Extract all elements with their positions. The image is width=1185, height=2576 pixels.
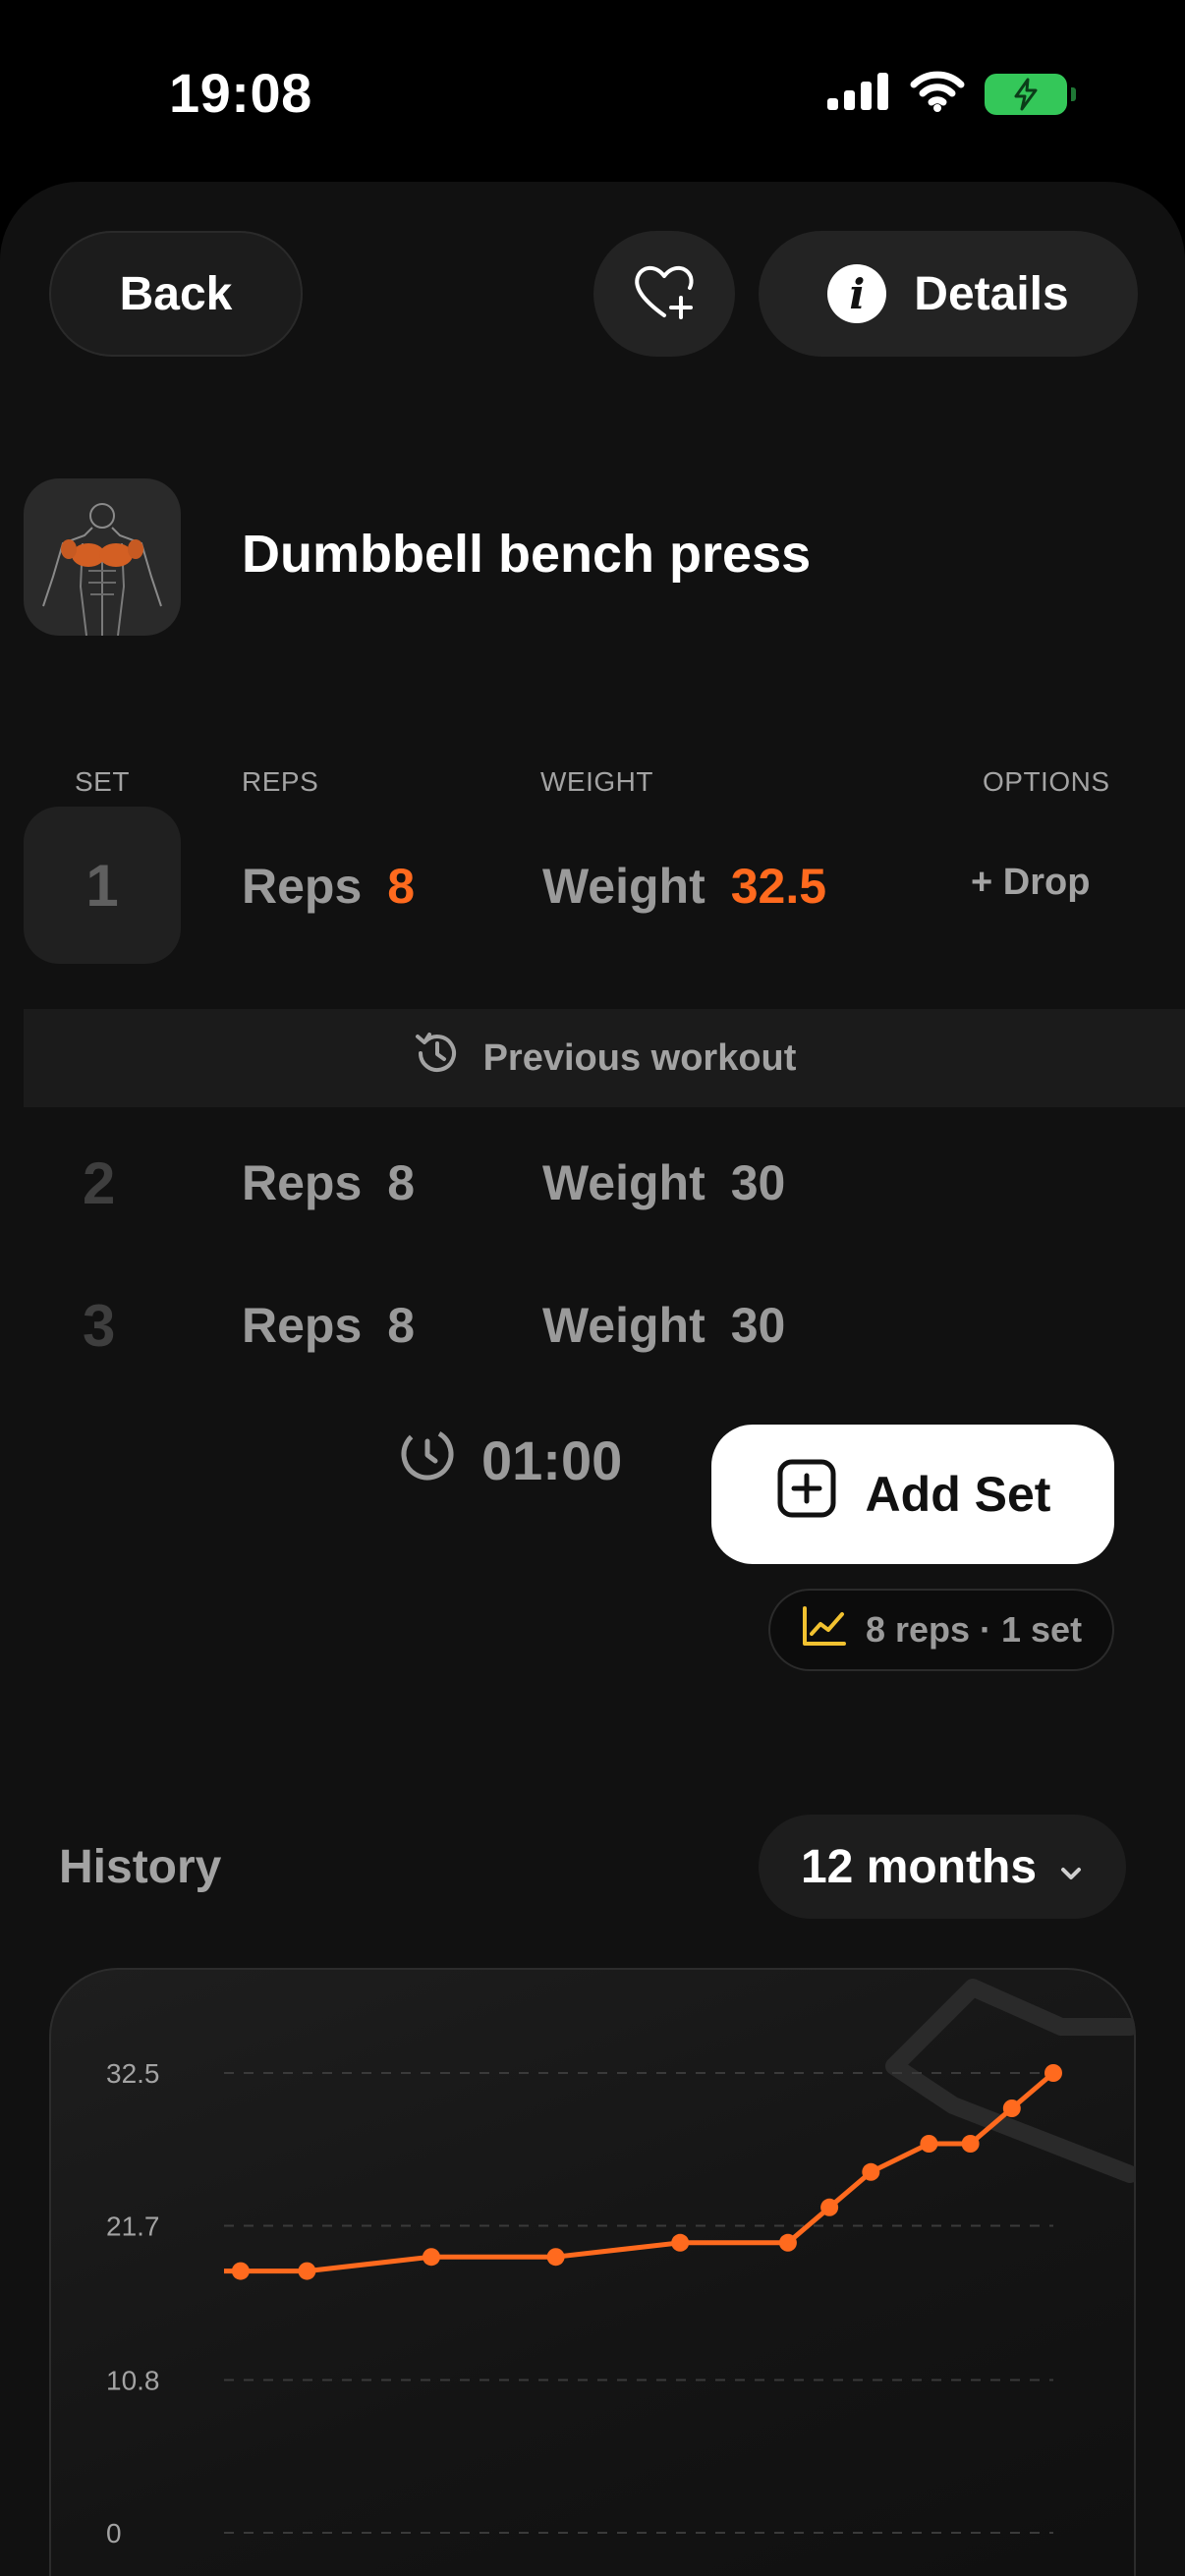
y-tick-label: 10.8 — [106, 2365, 160, 2395]
weight-value: 32.5 — [730, 859, 827, 914]
data-point[interactable] — [298, 2262, 316, 2280]
column-header-options: OPTIONS — [983, 766, 1110, 797]
weight-label: Weight — [542, 859, 705, 914]
data-point[interactable] — [961, 2135, 980, 2153]
back-button[interactable]: Back — [49, 231, 303, 357]
timer-icon — [399, 1426, 456, 1495]
reps-label: Reps — [242, 859, 363, 914]
previous-workout-label: Previous workout — [482, 1036, 797, 1079]
previous-reps: Reps 8 — [242, 1297, 415, 1354]
data-point[interactable] — [820, 2198, 839, 2216]
previous-reps: Reps 8 — [242, 1154, 415, 1211]
status-bar: 19:08 — [0, 0, 1185, 182]
plus-square-icon — [775, 1457, 838, 1532]
add-set-button[interactable]: Add Set — [711, 1425, 1114, 1564]
status-icons — [827, 71, 1076, 117]
timer-value: 01:00 — [481, 1429, 623, 1491]
battery-charging-icon — [985, 73, 1076, 115]
previous-set-number: 3 — [83, 1293, 116, 1359]
previous-weight-value: 30 — [730, 1298, 786, 1353]
data-point[interactable] — [1002, 2100, 1021, 2117]
previous-weight-label: Weight — [542, 1298, 705, 1353]
previous-weight-label: Weight — [542, 1155, 705, 1210]
column-header-set: SET — [75, 766, 130, 797]
y-tick-label: 21.7 — [106, 2212, 160, 2242]
favorite-button[interactable] — [593, 231, 735, 357]
data-point[interactable] — [546, 2248, 565, 2267]
info-icon: i — [827, 264, 887, 323]
wifi-icon — [910, 71, 965, 117]
previous-workout-banner: Previous workout — [24, 1009, 1185, 1107]
history-range-select[interactable]: 12 months — [759, 1815, 1126, 1919]
muscle-body-icon — [42, 503, 162, 636]
set-summary-chip[interactable]: 8 reps · 1 set — [768, 1589, 1114, 1671]
previous-weight-value: 30 — [730, 1155, 786, 1210]
details-button[interactable]: i Details — [759, 231, 1138, 357]
previous-reps-value: 8 — [387, 1155, 416, 1210]
reps-field[interactable]: Reps 8 — [242, 858, 415, 915]
exercise-sheet: Back i Details Dumbbell bench press SET … — [0, 182, 1185, 2576]
data-point[interactable] — [671, 2233, 690, 2252]
history-line-chart: 32.5 21.7 10.8 0 — [106, 1979, 1136, 2548]
y-tick-label: 32.5 — [106, 2058, 160, 2089]
history-title: History — [59, 1841, 222, 1893]
muscle-diagram-thumbnail[interactable] — [24, 478, 181, 636]
set-number-1[interactable]: 1 — [24, 807, 181, 964]
signal-icon — [827, 73, 890, 115]
data-point[interactable] — [778, 2233, 797, 2252]
previous-weight: Weight 30 — [542, 1297, 785, 1354]
set-summary-text: 8 reps · 1 set — [865, 1609, 1083, 1650]
data-point[interactable] — [231, 2262, 250, 2280]
previous-reps-value: 8 — [387, 1298, 416, 1353]
column-header-reps: REPS — [242, 766, 319, 797]
data-point[interactable] — [423, 2248, 440, 2267]
trend-chart-icon — [801, 1604, 848, 1656]
previous-set-number: 2 — [83, 1150, 116, 1216]
add-set-label: Add Set — [865, 1467, 1051, 1522]
reps-value: 8 — [387, 859, 416, 914]
previous-reps-label: Reps — [242, 1298, 363, 1353]
exercise-title: Dumbbell bench press — [242, 525, 812, 584]
status-time: 19:08 — [169, 62, 312, 124]
history-range-value: 12 months — [800, 1840, 1038, 1893]
series-line — [224, 2071, 1055, 2274]
y-tick-label: 0 — [106, 2518, 122, 2548]
data-point[interactable] — [1044, 2064, 1062, 2082]
heart-plus-icon — [632, 262, 697, 326]
data-point[interactable] — [920, 2135, 938, 2153]
rest-timer[interactable]: 01:00 — [399, 1426, 622, 1495]
previous-weight: Weight 30 — [542, 1154, 785, 1211]
history-chart-card: 32.5 21.7 10.8 0 — [49, 1968, 1136, 2576]
previous-reps-label: Reps — [242, 1155, 363, 1210]
data-point[interactable] — [862, 2162, 880, 2181]
drop-set-button[interactable]: + Drop — [971, 862, 1090, 904]
chevron-down-icon — [1058, 1840, 1084, 1894]
history-clock-icon — [413, 1029, 462, 1088]
details-label: Details — [914, 267, 1069, 320]
column-header-weight: WEIGHT — [540, 766, 653, 797]
weight-field[interactable]: Weight 32.5 — [542, 858, 826, 915]
